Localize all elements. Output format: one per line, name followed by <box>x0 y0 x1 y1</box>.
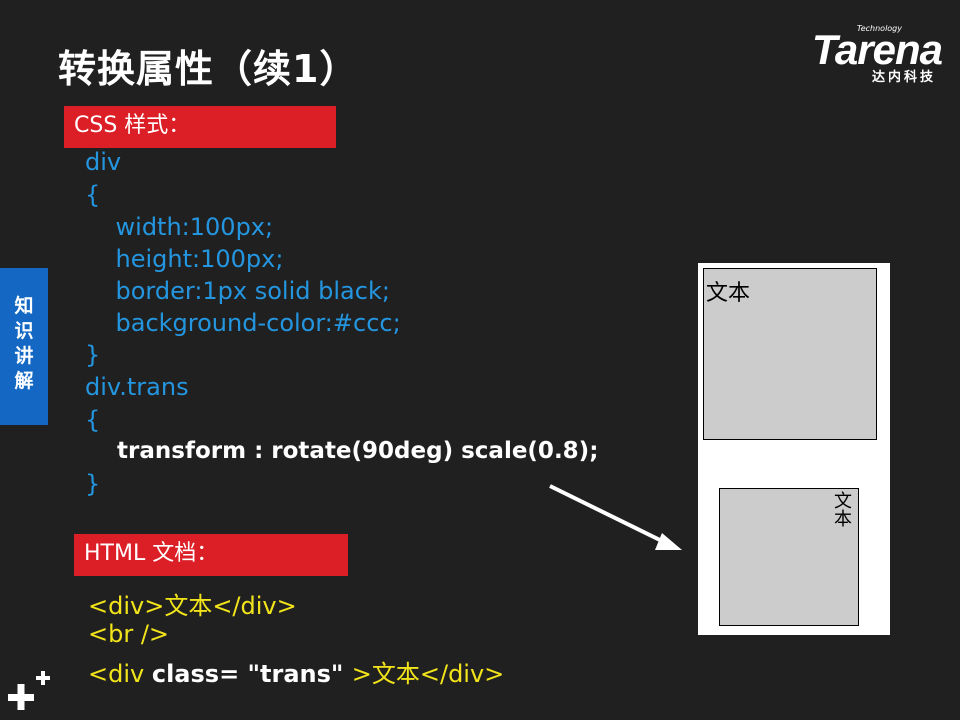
html-section-label: HTML 文档： <box>74 534 348 576</box>
css-code-line: width:100px; <box>85 213 274 241</box>
html-code-fragment: "trans" <box>239 660 352 688</box>
preview-box-normal: 文本 <box>703 268 877 440</box>
preview-box-transformed-text: 文本 <box>831 491 852 527</box>
html-code-line: <div>文本</div> <box>88 592 297 620</box>
css-code-line-transform: transform : rotate(90deg) scale(0.8); <box>85 438 599 464</box>
css-code-line: { <box>85 181 101 209</box>
plus-icon <box>8 671 50 710</box>
side-tab: 知识讲解 <box>0 268 48 425</box>
css-code-line: { <box>85 406 101 434</box>
html-code-fragment: >文本</div> <box>351 660 505 688</box>
css-code-line: } <box>85 470 101 498</box>
side-tab-label: 知识讲解 <box>14 295 34 392</box>
html-code-line: <br /> <box>88 620 170 648</box>
brand-subtitle: 达内科技 <box>871 70 936 85</box>
css-code-line: div.trans <box>85 373 189 401</box>
css-code-line: } <box>85 341 101 369</box>
html-code-line: <div class= "trans" >文本</div> <box>88 654 504 689</box>
preview-box-transformed: 文本 <box>719 488 859 626</box>
css-code-line: border:1px solid black; <box>85 277 390 305</box>
arrow-icon <box>549 484 682 550</box>
css-code-line: div <box>85 148 122 176</box>
css-section-label: CSS 样式： <box>64 106 336 148</box>
html-code-fragment: <div <box>88 660 152 688</box>
render-preview: 文本 文本 <box>698 263 890 635</box>
html-code-fragment: class= <box>151 660 240 688</box>
css-code-line: height:100px; <box>85 245 284 273</box>
brand-logo: Technology Tarena 达内科技 <box>772 22 943 85</box>
preview-box-normal-text: 文本 <box>706 281 751 306</box>
css-code-line: background-color:#ccc; <box>85 309 401 337</box>
slide-title: 转换属性（续1） <box>58 47 359 91</box>
